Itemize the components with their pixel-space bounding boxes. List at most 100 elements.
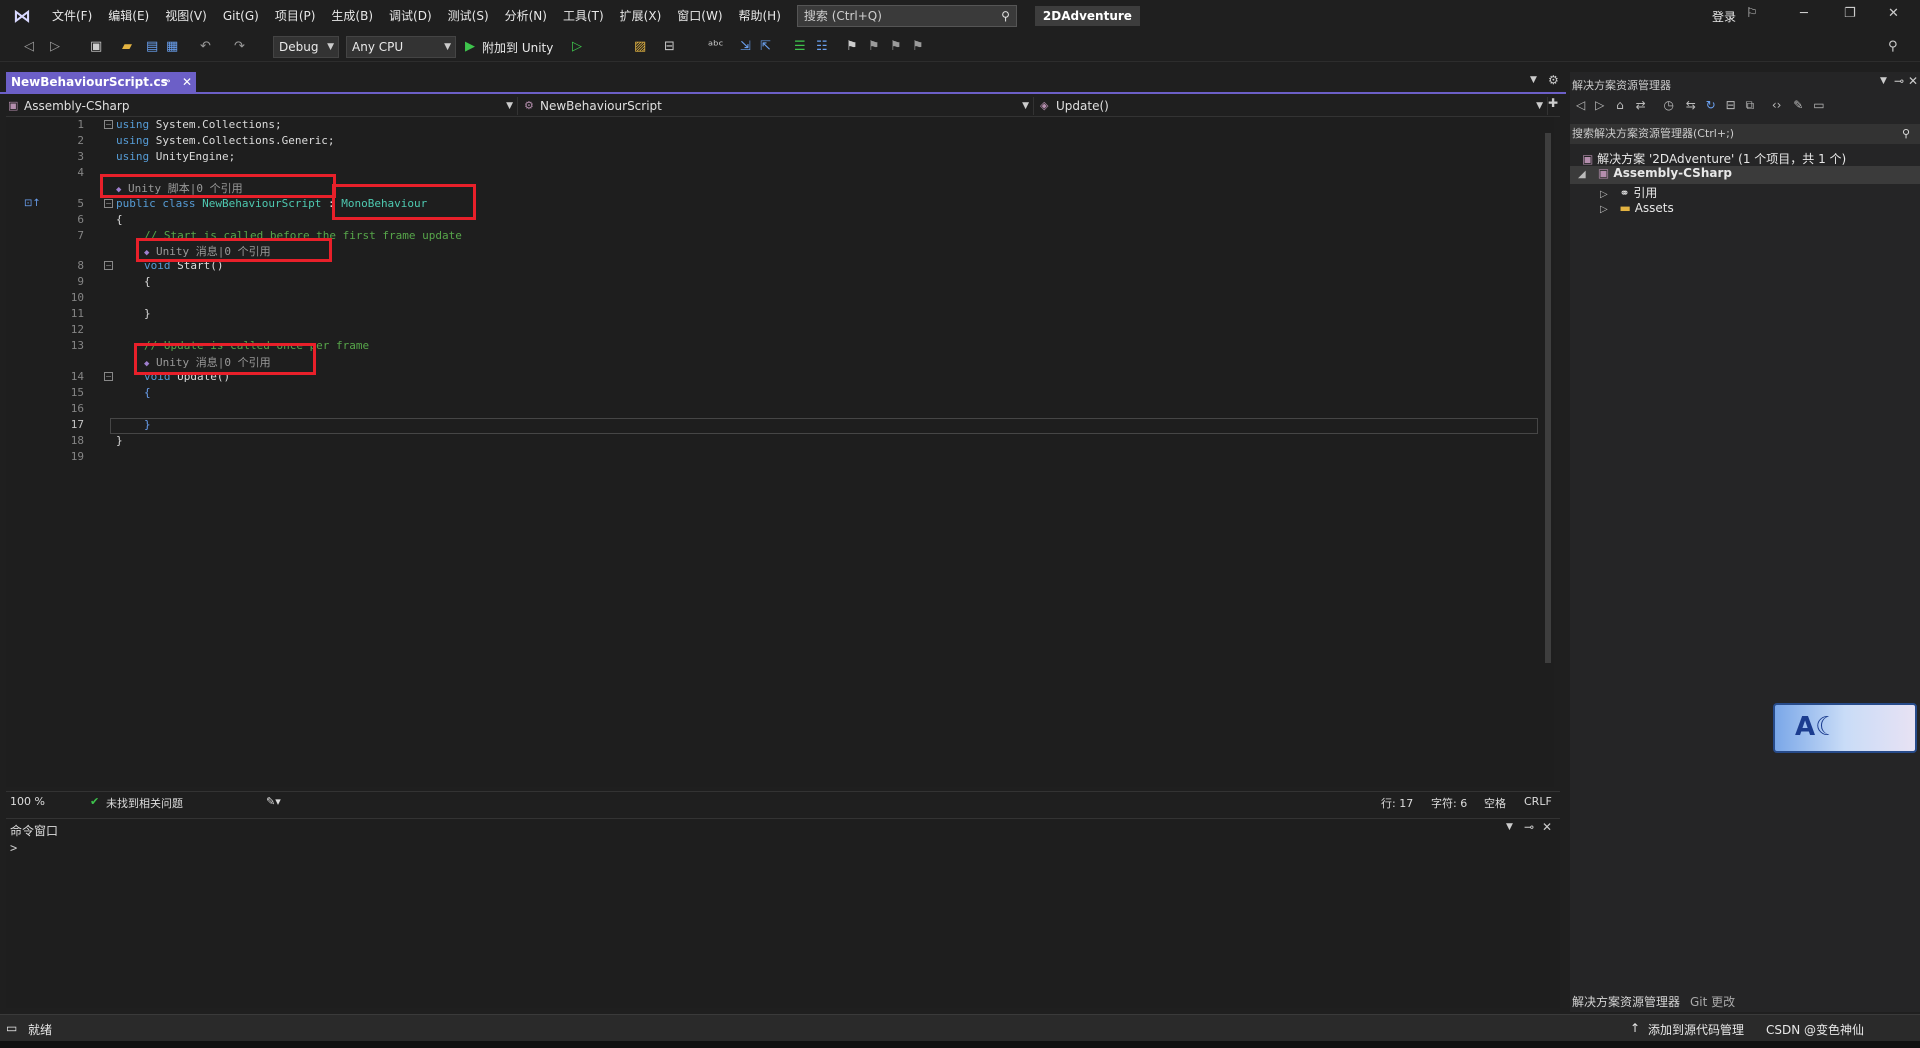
open-icon[interactable]: ▰	[122, 39, 132, 54]
restore-icon[interactable]: ❐	[1844, 6, 1856, 21]
member-dropdown[interactable]: ◈ Update() ▼	[1038, 97, 1548, 115]
outdent-icon[interactable]: ☷	[816, 39, 828, 54]
layout-icon[interactable]: ⊟	[664, 39, 675, 54]
tab-git-changes[interactable]: Git 更改	[1690, 993, 1735, 1010]
configuration-select[interactable]: Debug ▼	[273, 36, 339, 58]
minimize-icon[interactable]: ─	[1800, 6, 1808, 21]
tab-overflow-icon[interactable]: ▼	[1530, 75, 1537, 85]
pin-icon[interactable]: ⊸	[1894, 74, 1904, 88]
history-icon[interactable]: ◷	[1663, 98, 1673, 112]
menu-build[interactable]: 生成(B)	[323, 0, 381, 32]
project-dropdown[interactable]: ▣ Assembly-CSharp ▼	[6, 97, 518, 115]
step-icon[interactable]: ⇲	[740, 39, 751, 54]
bookmark-clear-icon[interactable]: ⚑	[912, 39, 924, 54]
bookmark-prev-icon[interactable]: ⚑	[868, 39, 880, 54]
code-editor[interactable]: ⊡↑ 1 2 3 4 5 6 7 8 9 10 11 12 13 14 15 1…	[6, 117, 1552, 787]
show-all-files-icon[interactable]: ⧉	[1745, 98, 1754, 112]
forward-icon[interactable]: ▷	[1595, 98, 1604, 112]
menu-project[interactable]: 项目(P)	[267, 0, 324, 32]
line-number: 19	[70, 450, 84, 463]
close-icon[interactable]: ✕	[1888, 6, 1899, 21]
code-cleanup-icon[interactable]: ✎▾	[266, 795, 281, 808]
start-without-debugging-icon[interactable]: ▷	[572, 39, 582, 54]
menu-window[interactable]: 窗口(W)	[669, 0, 730, 32]
code-line: }	[144, 418, 151, 431]
tree-item-solution[interactable]: ▣ 解决方案 '2DAdventure' (1 个项目，共 1 个)	[1582, 150, 1846, 167]
solution-explorer-search[interactable]: 搜索解决方案资源管理器(Ctrl+;) ⚲	[1570, 124, 1920, 144]
menu-tools[interactable]: 工具(T)	[555, 0, 612, 32]
chevron-down-icon[interactable]: ▼	[1506, 822, 1513, 832]
live-share-icon[interactable]: ⚲	[1888, 39, 1898, 54]
collapsed-icon[interactable]: ▷	[1600, 204, 1608, 215]
refresh-icon[interactable]: ↻	[1706, 98, 1716, 112]
tree-item-assets[interactable]: ▷ ▬ Assets	[1600, 201, 1674, 215]
solution-folder-icon[interactable]: ▨	[634, 39, 646, 54]
platform-select[interactable]: Any CPU ▼	[346, 36, 456, 58]
line-ending[interactable]: CRLF	[1524, 795, 1552, 808]
menu-file[interactable]: 文件(F)	[44, 0, 100, 32]
split-icon[interactable]: ✚	[1548, 96, 1558, 110]
pin-icon[interactable]: ⊸	[1524, 820, 1534, 834]
undo-icon[interactable]: ↶	[200, 39, 211, 54]
sync-icon[interactable]: ⇆	[1686, 98, 1696, 112]
whitespace-mode[interactable]: 空格	[1484, 795, 1506, 811]
close-icon[interactable]: ✕	[1908, 74, 1918, 88]
issues-status[interactable]: 未找到相关问题	[106, 795, 183, 811]
add-source-control-button[interactable]: 添加到源代码管理	[1648, 1021, 1744, 1038]
menu-edit[interactable]: 编辑(E)	[100, 0, 157, 32]
switch-views-icon[interactable]: ⇄	[1636, 98, 1646, 112]
collapse-all-icon[interactable]: ⊟	[1726, 98, 1736, 112]
collapse-icon[interactable]: −	[104, 199, 113, 208]
back-icon[interactable]: ◁	[1576, 98, 1585, 112]
scrollbar-thumb[interactable]	[1545, 133, 1551, 663]
save-all-icon[interactable]: ▦	[166, 39, 178, 54]
login-button[interactable]: 登录	[1712, 8, 1736, 25]
zoom-level[interactable]: 100 %	[10, 795, 45, 808]
menu-git[interactable]: Git(G)	[215, 0, 267, 32]
save-icon[interactable]: ▤	[146, 39, 158, 54]
redo-icon[interactable]: ↷	[234, 39, 245, 54]
indent-icon[interactable]: ☰	[794, 39, 806, 54]
document-tab[interactable]: NewBehaviourScript.cs ⊸ ✕	[6, 72, 196, 92]
preview-icon[interactable]: ▭	[1813, 98, 1824, 112]
tree-item-references[interactable]: ▷ ⚭ 引用	[1600, 184, 1657, 201]
spell-check-icon[interactable]: ᵃᵇᶜ	[708, 39, 723, 54]
pin-icon[interactable]: ⊸	[162, 72, 170, 92]
properties-icon[interactable]: ✎	[1793, 98, 1803, 112]
menu-extensions[interactable]: 扩展(X)	[612, 0, 670, 32]
new-project-icon[interactable]: ▣	[90, 39, 102, 54]
menu-analyze[interactable]: 分析(N)	[497, 0, 555, 32]
close-tab-icon[interactable]: ✕	[182, 72, 192, 92]
expanded-icon[interactable]: ◢	[1578, 169, 1586, 180]
back-icon[interactable]: ◁	[24, 39, 34, 54]
attach-to-unity-button[interactable]: 附加到 Unity	[482, 39, 553, 56]
chevron-down-icon[interactable]: ▼	[1880, 76, 1887, 86]
view-code-icon[interactable]: ‹›	[1772, 98, 1782, 112]
command-prompt[interactable]: >	[10, 841, 17, 855]
close-icon[interactable]: ✕	[1542, 820, 1552, 834]
feedback-icon[interactable]: ⚐	[1746, 6, 1758, 21]
search-input[interactable]: 搜索 (Ctrl+Q) ⚲	[796, 5, 1017, 27]
settings-gear-icon[interactable]: ⚙	[1548, 73, 1559, 87]
references-icon: ⚭	[1619, 186, 1630, 200]
inherited-marker-icon[interactable]: ⊡↑	[24, 198, 41, 209]
bookmark-next-icon[interactable]: ⚑	[890, 39, 902, 54]
type-dropdown[interactable]: ⚙ NewBehaviourScript ▼	[522, 97, 1034, 115]
menu-view[interactable]: 视图(V)	[157, 0, 215, 32]
menu-test[interactable]: 测试(S)	[440, 0, 497, 32]
collapse-icon[interactable]: −	[104, 372, 113, 381]
step-over-icon[interactable]: ⇱	[760, 39, 771, 54]
tab-solution-explorer[interactable]: 解决方案资源管理器	[1572, 993, 1680, 1010]
tree-item-project[interactable]: ◢ ▣ Assembly-CSharp	[1570, 166, 1920, 184]
collapse-icon[interactable]: −	[104, 261, 113, 270]
collapse-icon[interactable]: −	[104, 120, 113, 129]
collapsed-icon[interactable]: ▷	[1600, 189, 1608, 200]
editor-vertical-scrollbar[interactable]	[1542, 117, 1554, 787]
menu-debug[interactable]: 调试(D)	[381, 0, 440, 32]
forward-icon[interactable]: ▷	[50, 39, 60, 54]
line-number: 15	[70, 386, 84, 399]
home-icon[interactable]: ⌂	[1616, 98, 1624, 112]
bookmark-icon[interactable]: ⚑	[846, 39, 858, 54]
floating-avatar-widget[interactable]: A☾	[1773, 703, 1917, 753]
menu-help[interactable]: 帮助(H)	[731, 0, 789, 32]
